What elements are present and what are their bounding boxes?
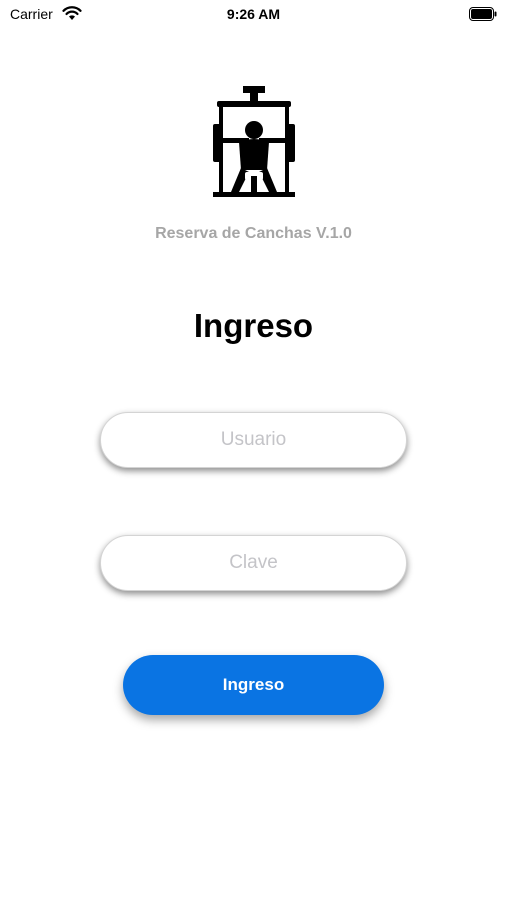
password-input[interactable] [100,535,407,591]
app-version-label: Reserva de Canchas V.1.0 [155,225,352,242]
battery-icon [469,7,497,21]
login-button[interactable]: Ingreso [123,655,384,715]
page-title: Ingreso [193,307,314,344]
username-input[interactable] [100,412,407,468]
gym-machine-icon [213,86,295,197]
clock: 9:26 AM [226,6,281,22]
status-bar: Carrier 9:26 AM [0,0,507,30]
